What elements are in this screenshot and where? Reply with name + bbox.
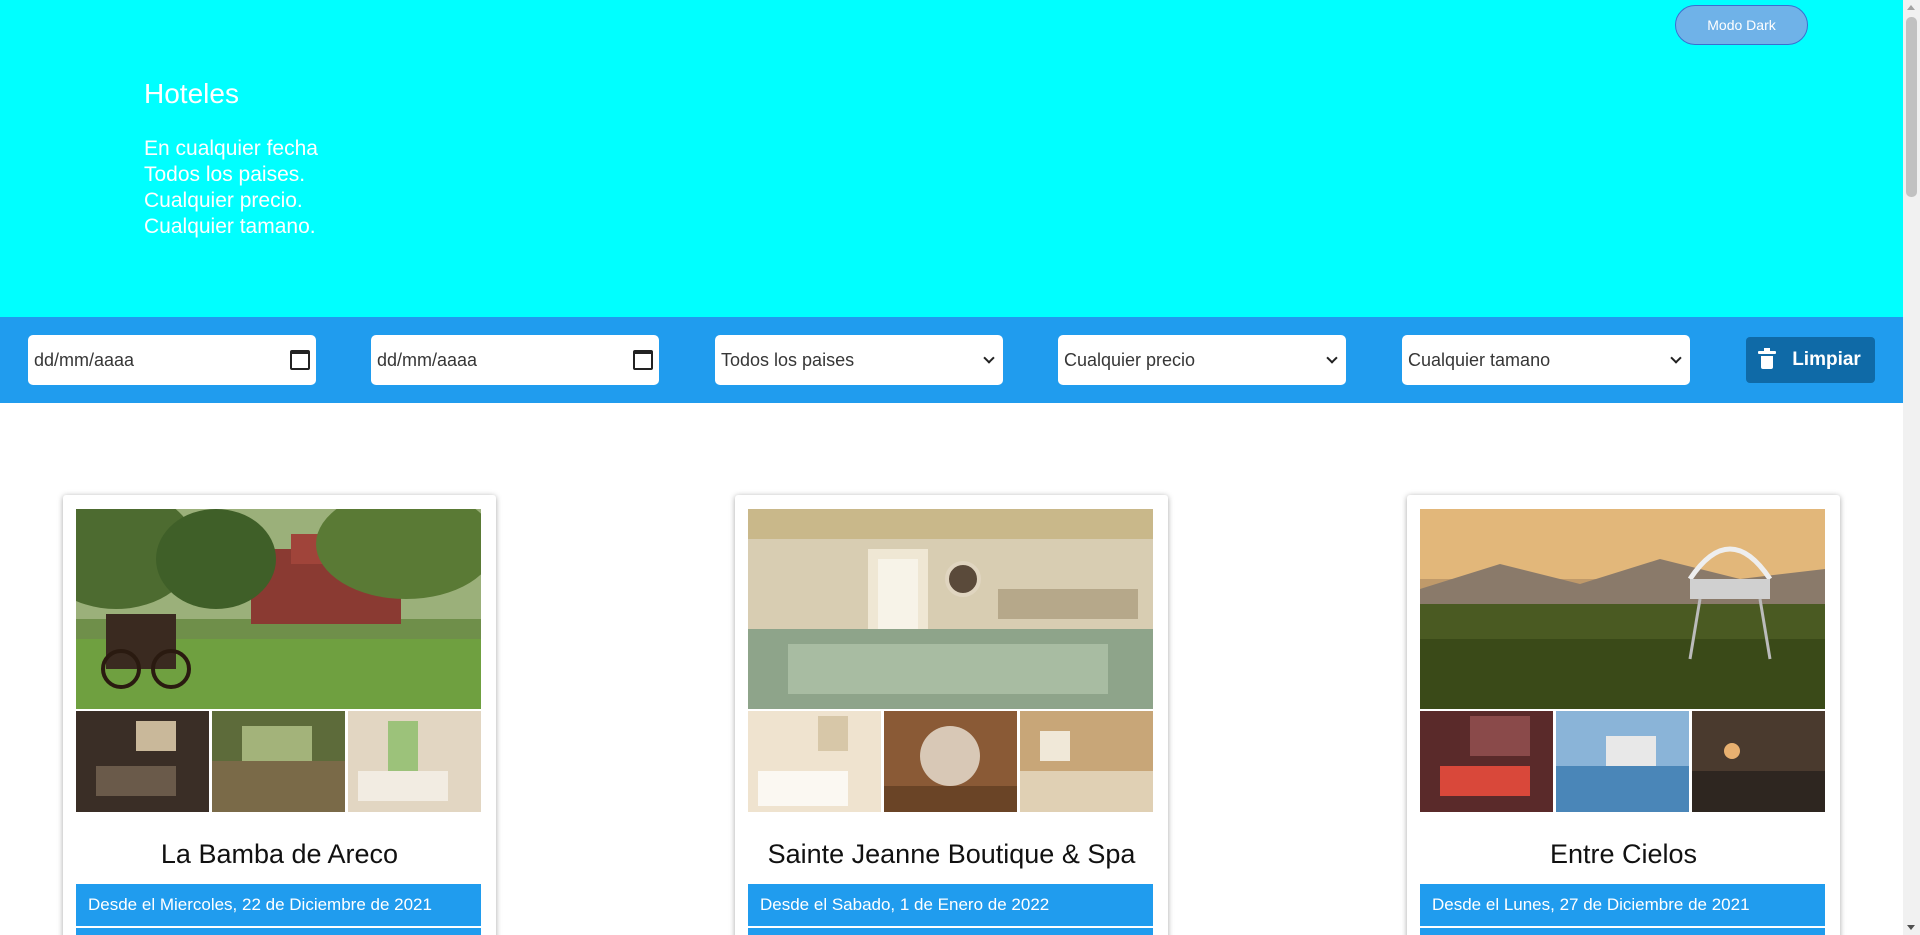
date-from-text: dd/mm/aaaa: [34, 349, 135, 370]
hotel-thumb: [76, 711, 209, 812]
hotel-main-photo: [748, 509, 1153, 709]
hotel-thumb: [1020, 711, 1153, 812]
country-select[interactable]: Todos los paises: [715, 335, 1003, 385]
subtitle-size: Cualquier tamano.: [144, 215, 316, 238]
hotel-date: Desde el Miercoles, 22 de Diciembre de 2…: [76, 884, 481, 926]
calendar-icon[interactable]: [290, 350, 310, 370]
price-select-value: Cualquier precio: [1064, 349, 1196, 370]
page-scrollbar[interactable]: [1903, 0, 1920, 935]
hotel-thumb: [212, 711, 345, 812]
trash-icon: [1758, 348, 1777, 369]
hotel-info-bar: [76, 928, 481, 935]
hotel-card[interactable]: Entre Cielos Desde el Lunes, 27 de Dicie…: [1407, 495, 1840, 935]
scroll-up-icon[interactable]: [1907, 5, 1915, 10]
hotel-main-photo: [76, 509, 481, 709]
size-select-value: Cualquier tamano: [1408, 349, 1551, 370]
scroll-down-icon[interactable]: [1907, 925, 1915, 930]
hotel-card[interactable]: La Bamba de Areco Desde el Miercoles, 22…: [63, 495, 496, 935]
hotel-date: Desde el Sabado, 1 de Enero de 2022: [748, 884, 1153, 926]
hotel-date: Desde el Lunes, 27 de Diciembre de 2021: [1420, 884, 1825, 926]
date-from-input[interactable]: dd/mm/aaaa: [28, 335, 316, 385]
subtitle-price: Cualquier precio.: [144, 189, 303, 212]
subtitle-country: Todos los paises.: [144, 163, 306, 186]
page-title: Hoteles: [144, 78, 239, 109]
clear-button-label: Limpiar: [1792, 349, 1861, 370]
size-select[interactable]: Cualquier tamano: [1402, 335, 1690, 385]
hotel-main-photo: [1420, 509, 1825, 709]
date-to-text: dd/mm/aaaa: [377, 349, 478, 370]
country-select-value: Todos los paises: [721, 349, 855, 370]
hero-section: Modo Dark Hoteles En cualquier fecha Tod…: [0, 0, 1903, 317]
clear-button[interactable]: Limpiar: [1746, 337, 1875, 383]
calendar-icon[interactable]: [633, 350, 653, 370]
hotel-thumb: [1692, 711, 1825, 812]
hotel-thumb: [1556, 711, 1689, 812]
hotel-card[interactable]: Sainte Jeanne Boutique & Spa Desde el Sa…: [735, 495, 1168, 935]
hotel-name[interactable]: Sainte Jeanne Boutique & Spa: [735, 839, 1168, 870]
hotel-thumb: [748, 711, 881, 812]
date-to-input[interactable]: dd/mm/aaaa: [371, 335, 659, 385]
hero-subtitle: En cualquier fecha Todos los paises. Cua…: [144, 136, 318, 240]
price-select[interactable]: Cualquier precio: [1058, 335, 1346, 385]
hotel-info-bar: [748, 928, 1153, 935]
hotel-info-bar: [1420, 928, 1825, 935]
hotel-name[interactable]: Entre Cielos: [1407, 839, 1840, 870]
hotel-thumb: [348, 711, 481, 812]
scrollbar-thumb[interactable]: [1906, 17, 1917, 197]
hotel-thumb: [1420, 711, 1553, 812]
hotel-name[interactable]: La Bamba de Areco: [63, 839, 496, 870]
chevron-down-icon: [1670, 352, 1682, 364]
dark-mode-button[interactable]: Modo Dark: [1675, 5, 1808, 45]
chevron-down-icon: [1326, 352, 1338, 364]
chevron-down-icon: [983, 352, 995, 364]
subtitle-date: En cualquier fecha: [144, 137, 318, 160]
filter-bar: dd/mm/aaaa dd/mm/aaaa Todos los paises C…: [0, 317, 1903, 403]
hotel-thumb: [884, 711, 1017, 812]
